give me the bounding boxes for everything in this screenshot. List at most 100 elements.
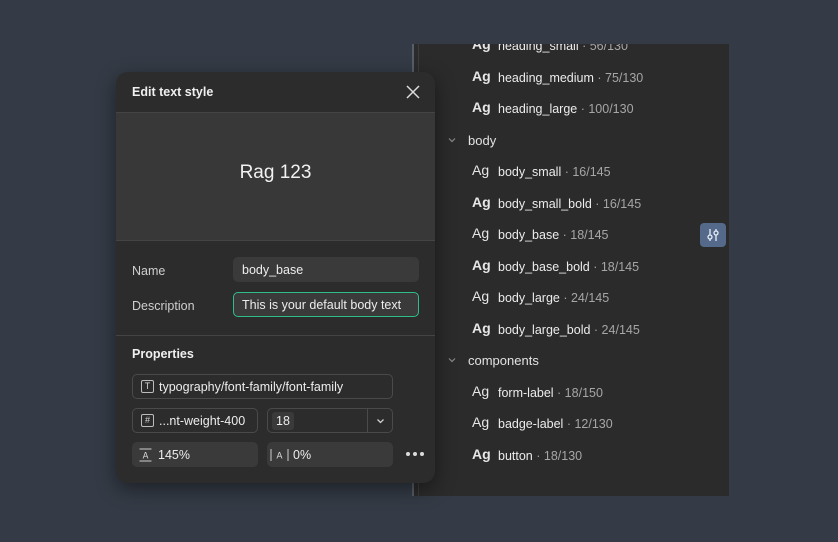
style-row-body_large[interactable]: Ag body_large · 24/145 <box>414 284 729 312</box>
style-metrics: · 18/145 <box>589 259 640 274</box>
svg-text:A: A <box>143 451 149 461</box>
style-row-badge-label[interactable]: Ag badge-label · 12/130 <box>414 410 729 438</box>
style-row-form-label[interactable]: Ag form-label · 18/150 <box>414 379 729 407</box>
close-button[interactable] <box>403 82 423 102</box>
style-label: heading_small · 56/130 <box>498 44 628 53</box>
style-name: form-label <box>498 385 554 400</box>
name-label: Name <box>132 264 166 278</box>
text-style-preview-icon: Ag <box>472 319 491 336</box>
line-height-field[interactable]: A 145% <box>132 442 258 467</box>
properties-title: Properties <box>132 347 194 361</box>
number-token-icon: # <box>141 414 154 427</box>
style-row-body_large_bold[interactable]: Ag body_large_bold · 24/145 <box>414 316 729 344</box>
style-label: body_small_bold · 16/145 <box>498 197 641 211</box>
style-metrics: · 16/145 <box>591 196 642 211</box>
edit-style-button[interactable] <box>700 223 726 247</box>
letter-spacing-icon: A <box>270 448 289 461</box>
text-style-preview-icon: Ag <box>472 445 491 462</box>
style-row-heading_large[interactable]: Ag heading_large · 100/130 <box>414 95 729 123</box>
group-label: components <box>468 353 539 368</box>
style-name: heading_large <box>498 102 578 116</box>
font-size-select[interactable]: 18 <box>267 408 393 433</box>
style-name: button <box>498 448 533 463</box>
letter-spacing-value: 0% <box>293 447 312 462</box>
text-style-preview-icon: Ag <box>472 162 490 178</box>
text-style-preview-icon: Ag <box>472 414 490 430</box>
style-metrics: · 16/145 <box>561 165 611 179</box>
dialog-title: Edit text style <box>132 85 214 99</box>
preview-text: Rag 123 <box>239 162 312 183</box>
style-row-body_base[interactable]: Ag body_base · 18/145 <box>414 221 729 249</box>
text-style-preview-icon: Ag <box>472 256 491 273</box>
style-label: form-label · 18/150 <box>498 386 603 400</box>
text-styles-panel: Ag heading_small · 56/130 Ag heading_medium… <box>412 44 729 496</box>
style-label: heading_medium · 75/130 <box>498 71 643 85</box>
style-name: body_large <box>498 291 560 305</box>
name-field[interactable]: body_base <box>233 257 419 282</box>
style-row-body_small[interactable]: Ag body_small · 16/145 <box>414 158 729 186</box>
dialog-header: Edit text style <box>116 72 435 112</box>
text-style-preview-icon: Ag <box>472 225 490 241</box>
style-name: body_small_bold <box>498 196 592 211</box>
style-metrics: · 100/130 <box>577 102 634 116</box>
style-label: body_large_bold · 24/145 <box>498 323 640 337</box>
style-row-heading_medium[interactable]: Ag heading_medium · 75/130 <box>414 64 729 92</box>
style-label: body_small · 16/145 <box>498 165 611 179</box>
font-weight-value: ...nt-weight-400 <box>159 413 246 428</box>
line-height-value: 145% <box>158 447 190 462</box>
style-label: body_base_bold · 18/145 <box>498 260 639 274</box>
close-icon <box>406 85 420 99</box>
text-style-preview-icon: Ag <box>472 44 491 52</box>
chevron-down-icon[interactable] <box>447 135 457 145</box>
style-row-body_small_bold[interactable]: Ag body_small_bold · 16/145 <box>414 190 729 218</box>
description-field[interactable]: This is your default body text <box>233 292 419 317</box>
text-style-preview-icon: Ag <box>472 99 491 115</box>
style-name: badge-label <box>498 417 564 431</box>
letter-spacing-field[interactable]: A 0% <box>267 442 393 467</box>
svg-text:A: A <box>276 451 283 461</box>
style-label: badge-label · 12/130 <box>498 417 613 431</box>
group-row-body[interactable]: body <box>414 127 729 155</box>
text-style-preview-icon: Ag <box>472 193 491 210</box>
group-label: body <box>468 132 497 148</box>
edit-text-style-dialog: Edit text style Rag 123 Name body_base D… <box>116 72 435 483</box>
style-preview: Rag 123 <box>116 112 435 241</box>
style-label: body_base · 18/145 <box>498 228 609 242</box>
style-metrics: · 24/145 <box>590 322 640 337</box>
style-metrics: · 12/130 <box>563 417 613 431</box>
style-metrics: · 18/145 <box>559 228 609 242</box>
adjustments-icon <box>707 229 719 241</box>
style-name: body_large_bold <box>498 322 591 337</box>
more-options-button[interactable] <box>404 444 426 464</box>
text-style-preview-icon: Ag <box>472 382 490 399</box>
style-metrics: · 24/145 <box>559 291 610 305</box>
style-name: body_base <box>498 228 560 242</box>
style-row-button[interactable]: Ag button · 18/130 <box>414 442 729 470</box>
text-token-icon: T <box>141 380 154 393</box>
style-metrics: · 18/130 <box>532 448 583 463</box>
style-name: heading_small <box>498 44 579 53</box>
divider <box>116 335 435 336</box>
style-name: body_small <box>498 165 562 179</box>
style-metrics: · 18/150 <box>553 385 603 400</box>
style-row-heading_small[interactable]: Ag heading_small · 56/130 <box>414 44 729 60</box>
more-options-icon <box>406 452 424 456</box>
font-family-value: typography/font-family/font-family <box>159 379 344 394</box>
select-separator <box>367 409 368 432</box>
description-label: Description <box>132 299 195 313</box>
text-style-preview-icon: Ag <box>472 67 491 84</box>
style-label: heading_large · 100/130 <box>498 102 634 116</box>
chevron-down-icon[interactable] <box>376 417 385 425</box>
style-label: body_large · 24/145 <box>498 291 609 305</box>
style-metrics: · 75/130 <box>593 70 644 85</box>
line-height-icon: A <box>139 448 152 461</box>
style-name: heading_medium <box>498 70 594 85</box>
text-style-preview-icon: Ag <box>472 288 490 304</box>
style-metrics: · 56/130 <box>578 44 628 53</box>
font-size-value: 18 <box>272 411 294 430</box>
chevron-down-icon[interactable] <box>447 355 457 365</box>
style-row-body_base_bold[interactable]: Ag body_base_bold · 18/145 <box>414 253 729 281</box>
group-row-components[interactable]: components <box>414 347 729 375</box>
font-weight-token[interactable]: # ...nt-weight-400 <box>132 408 258 433</box>
font-family-token[interactable]: T typography/font-family/font-family <box>132 374 393 399</box>
